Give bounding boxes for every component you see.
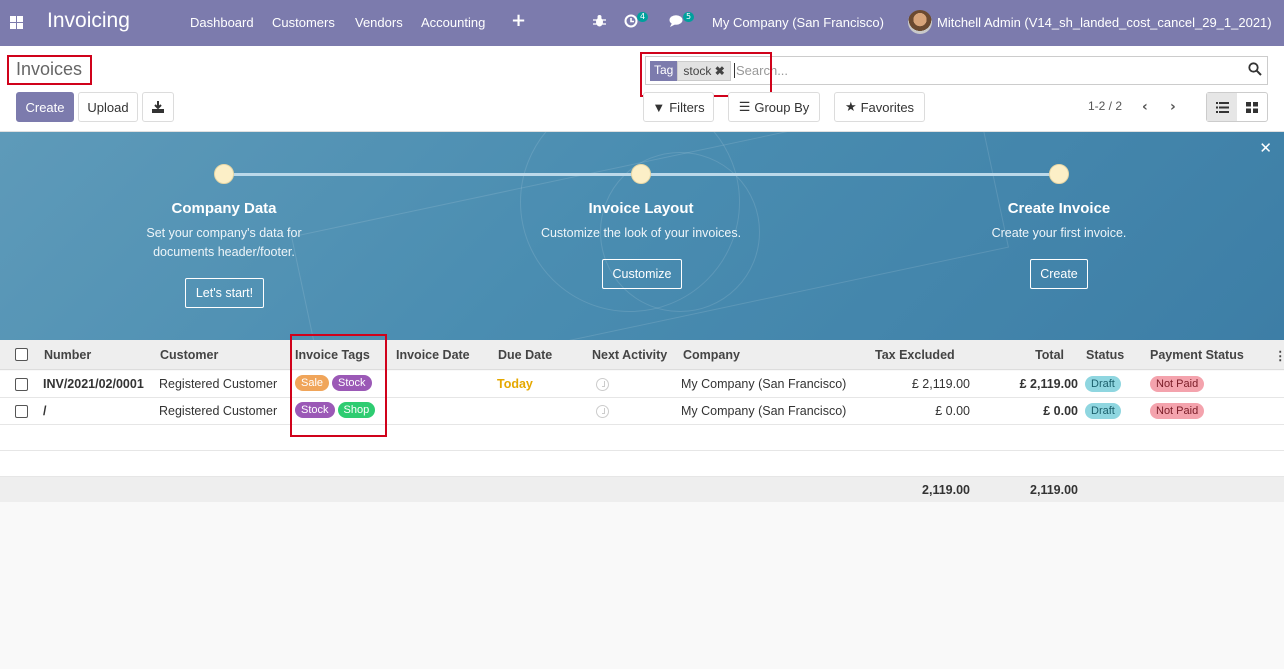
due-date: Today [497,377,533,391]
table-footer-totals: 2,119.00 2,119.00 [0,477,1284,502]
user-menu[interactable]: Mitchell Admin (V14_sh_landed_cost_cance… [937,15,1272,30]
menu-dashboard[interactable]: Dashboard [190,15,254,30]
company-name: My Company (San Francisco) [681,377,847,391]
step-title: Company Data [171,200,277,217]
group-by-icon: ☰ [738,99,751,114]
column-header-payment-status[interactable]: Payment Status [1150,348,1244,362]
total-amount: £ 0.00 [1043,404,1078,418]
message-count-badge: 5 [683,12,695,22]
empty-row [0,451,1284,477]
invoice-number: / [43,404,47,418]
view-switcher [1206,92,1268,122]
favorites-button[interactable]: ★ Favorites [834,92,925,122]
quick-create-plus-icon[interactable]: + [511,10,526,31]
payment-status-badge: Not Paid [1150,376,1205,392]
menu-customers[interactable]: Customers [272,15,335,30]
step-title: Create Invoice [1007,200,1111,217]
column-header-customer[interactable]: Customer [160,348,218,362]
debug-bug-icon[interactable] [593,14,606,28]
activity-count-badge: 4 [637,12,649,22]
pager-next-icon[interactable]: › [1170,99,1176,115]
step-dot [214,164,234,184]
column-header-tax-excluded[interactable]: Tax Excluded [875,348,955,362]
column-header-status[interactable]: Status [1086,348,1124,362]
activity-clock-icon[interactable] [624,14,638,28]
user-avatar[interactable] [908,10,932,34]
step-description: documents header/footer. [153,245,295,259]
list-view-icon [1215,101,1229,113]
empty-row [0,425,1284,451]
create-button[interactable]: Create [16,92,74,122]
column-header-number[interactable]: Number [44,348,91,362]
menu-vendors[interactable]: Vendors [355,15,403,30]
payment-status-badge: Not Paid [1150,403,1205,419]
activity-clock-icon[interactable] [596,378,609,391]
group-by-button[interactable]: ☰ Group By [728,92,820,122]
customize-button[interactable]: Customize [602,259,682,289]
row-checkbox[interactable] [15,378,28,391]
sum-tax-excluded: 2,119.00 [922,483,970,497]
company-name: My Company (San Francisco) [681,404,847,418]
column-header-total[interactable]: Total [1035,348,1064,362]
step-company-data: Company Data Set your company's data for… [94,200,354,262]
tax-excluded: £ 2,119.00 [911,377,970,391]
tax-excluded: £ 0.00 [935,404,970,418]
pager-value[interactable]: 1-2 / 2 [1088,99,1122,113]
list-view-button[interactable] [1207,93,1237,121]
optional-columns-icon[interactable]: ⋮ [1274,348,1284,363]
create-invoice-button[interactable]: Create [1030,259,1088,289]
menu-accounting[interactable]: Accounting [421,15,485,30]
step-dot [631,164,651,184]
step-dot [1049,164,1069,184]
download-button[interactable] [142,92,174,122]
top-navbar: Invoicing Dashboard Customers Vendors Ac… [0,0,1284,46]
close-banner-icon[interactable]: ✕ [1259,139,1272,157]
table-row[interactable]: INV/2021/02/0001 Registered Customer Sal… [0,371,1284,398]
table-row[interactable]: / Registered Customer Stock Shop My Compa… [0,398,1284,425]
column-header-due-date[interactable]: Due Date [498,348,552,362]
kanban-view-icon [1246,101,1258,113]
lets-start-button[interactable]: Let's start! [185,278,264,308]
column-header-invoice-date[interactable]: Invoice Date [396,348,470,362]
filter-icon: ▼ [652,99,666,115]
column-header-company[interactable]: Company [683,348,740,362]
star-icon: ★ [844,99,857,114]
select-all-checkbox[interactable] [15,348,28,361]
customer-name: Registered Customer [159,377,278,391]
status-badge: Draft [1085,376,1121,392]
search-icon[interactable] [1248,62,1262,76]
highlight-box-search-facet [640,52,772,97]
pager-previous-icon[interactable]: ‹ [1142,99,1148,115]
step-invoice-layout: Invoice Layout Customize the look of you… [511,200,771,243]
total-amount: £ 2,119.00 [1019,377,1078,391]
customer-name: Registered Customer [159,404,278,418]
highlight-box-title [7,55,92,85]
app-name[interactable]: Invoicing [47,9,130,33]
row-checkbox[interactable] [15,405,28,418]
apps-menu-icon[interactable] [10,16,23,29]
company-switcher[interactable]: My Company (San Francisco) [712,15,884,30]
table-header: Number Customer Invoice Tags Invoice Dat… [0,340,1284,370]
download-icon [152,101,164,113]
highlight-box-invoice-tags [290,334,387,437]
filters-button[interactable]: ▼ Filters [643,92,714,122]
step-description: Create your first invoice. [991,226,1127,240]
activity-clock-icon[interactable] [596,405,609,418]
sum-total: 2,119.00 [1030,483,1078,497]
onboarding-banner: ✕ Company Data Set your company's data f… [0,132,1284,340]
column-header-next-activity[interactable]: Next Activity [592,348,667,362]
upload-button[interactable]: Upload [78,92,138,122]
step-description: Customize the look of your invoices. [540,226,742,240]
status-badge: Draft [1085,403,1121,419]
step-title: Invoice Layout [588,200,694,217]
kanban-view-button[interactable] [1237,93,1267,121]
step-create-invoice: Create Invoice Create your first invoice… [929,200,1189,243]
invoice-number: INV/2021/02/0001 [43,377,144,391]
step-description: Set your company's data for [146,226,302,240]
